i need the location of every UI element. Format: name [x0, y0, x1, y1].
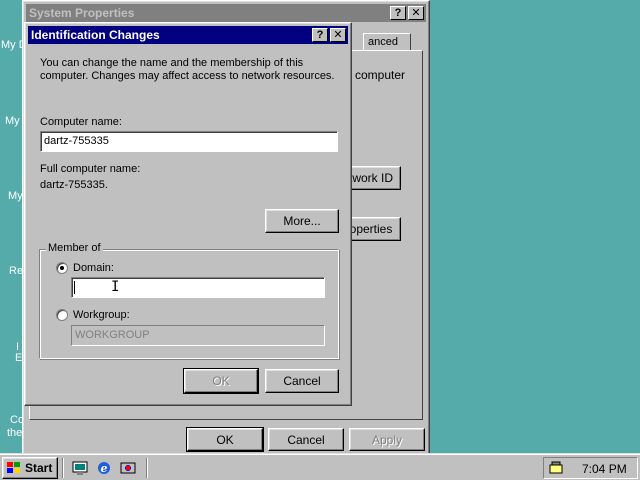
member-of-label: Member of	[46, 242, 103, 254]
channels-icon[interactable]	[119, 459, 137, 477]
full-computer-name-value: dartz-755335.	[40, 179, 108, 191]
domain-radio[interactable]	[56, 262, 68, 274]
help-button[interactable]: ?	[390, 6, 406, 20]
cancel-button[interactable]: Cancel	[268, 428, 344, 451]
close-button[interactable]: ✕	[408, 6, 424, 20]
show-desktop-icon[interactable]	[71, 459, 89, 477]
internet-explorer-icon[interactable]: e	[95, 459, 113, 477]
desktop-label-my-network[interactable]: My	[8, 190, 23, 202]
clock[interactable]: 7:04 PM	[582, 462, 627, 476]
desktop-label-recycle-bin[interactable]: Re	[9, 265, 23, 277]
intro-text-line1: You can change the name and the membersh…	[40, 57, 304, 69]
ibeam-cursor-icon: I	[111, 279, 120, 295]
help-button[interactable]: ?	[312, 28, 328, 42]
ok-button[interactable]: OK	[186, 427, 264, 452]
taskbar-separator	[146, 458, 148, 478]
start-label: Start	[25, 461, 53, 475]
cancel-button[interactable]: Cancel	[265, 369, 339, 393]
identification-changes-title: Identification Changes	[31, 28, 160, 42]
taskbar: Start e 7:04 PM	[0, 453, 640, 480]
desktop-label-my-computer[interactable]: My	[5, 115, 20, 127]
computer-name-label: Computer name:	[40, 116, 122, 128]
windows-logo-icon	[6, 461, 22, 475]
ok-button[interactable]: OK	[183, 368, 259, 394]
svg-text:e: e	[101, 462, 108, 475]
system-tray: 7:04 PM	[543, 457, 638, 479]
start-button[interactable]: Start	[2, 457, 58, 479]
domain-input[interactable]	[71, 277, 325, 298]
workgroup-input[interactable]: WORKGROUP	[71, 325, 325, 346]
apply-button[interactable]: Apply	[349, 428, 425, 451]
intro-text-line2: computer. Changes may affect access to n…	[40, 70, 335, 82]
system-properties-title: System Properties	[29, 6, 135, 20]
full-computer-name-label: Full computer name:	[40, 163, 141, 175]
domain-label[interactable]: Domain:	[73, 262, 114, 274]
computer-name-input[interactable]: dartz-755335	[40, 131, 338, 152]
text-caret	[74, 281, 75, 294]
taskbar-separator	[62, 458, 64, 478]
workgroup-label[interactable]: Workgroup:	[73, 309, 130, 321]
desktop-label-connect-line2[interactable]: the	[7, 427, 22, 439]
scheduler-icon[interactable]	[548, 460, 564, 476]
more-button[interactable]: More...	[265, 209, 339, 233]
computer-label: computer	[355, 68, 406, 82]
identification-changes-dialog: Identification Changes ? ✕ You can chang…	[24, 22, 352, 406]
identification-changes-titlebar[interactable]: Identification Changes ? ✕	[28, 26, 348, 44]
workgroup-radio[interactable]	[56, 309, 68, 321]
system-properties-titlebar[interactable]: System Properties ? ✕	[26, 4, 426, 22]
close-button[interactable]: ✕	[330, 28, 346, 42]
tab-advanced[interactable]: anced	[363, 33, 411, 51]
